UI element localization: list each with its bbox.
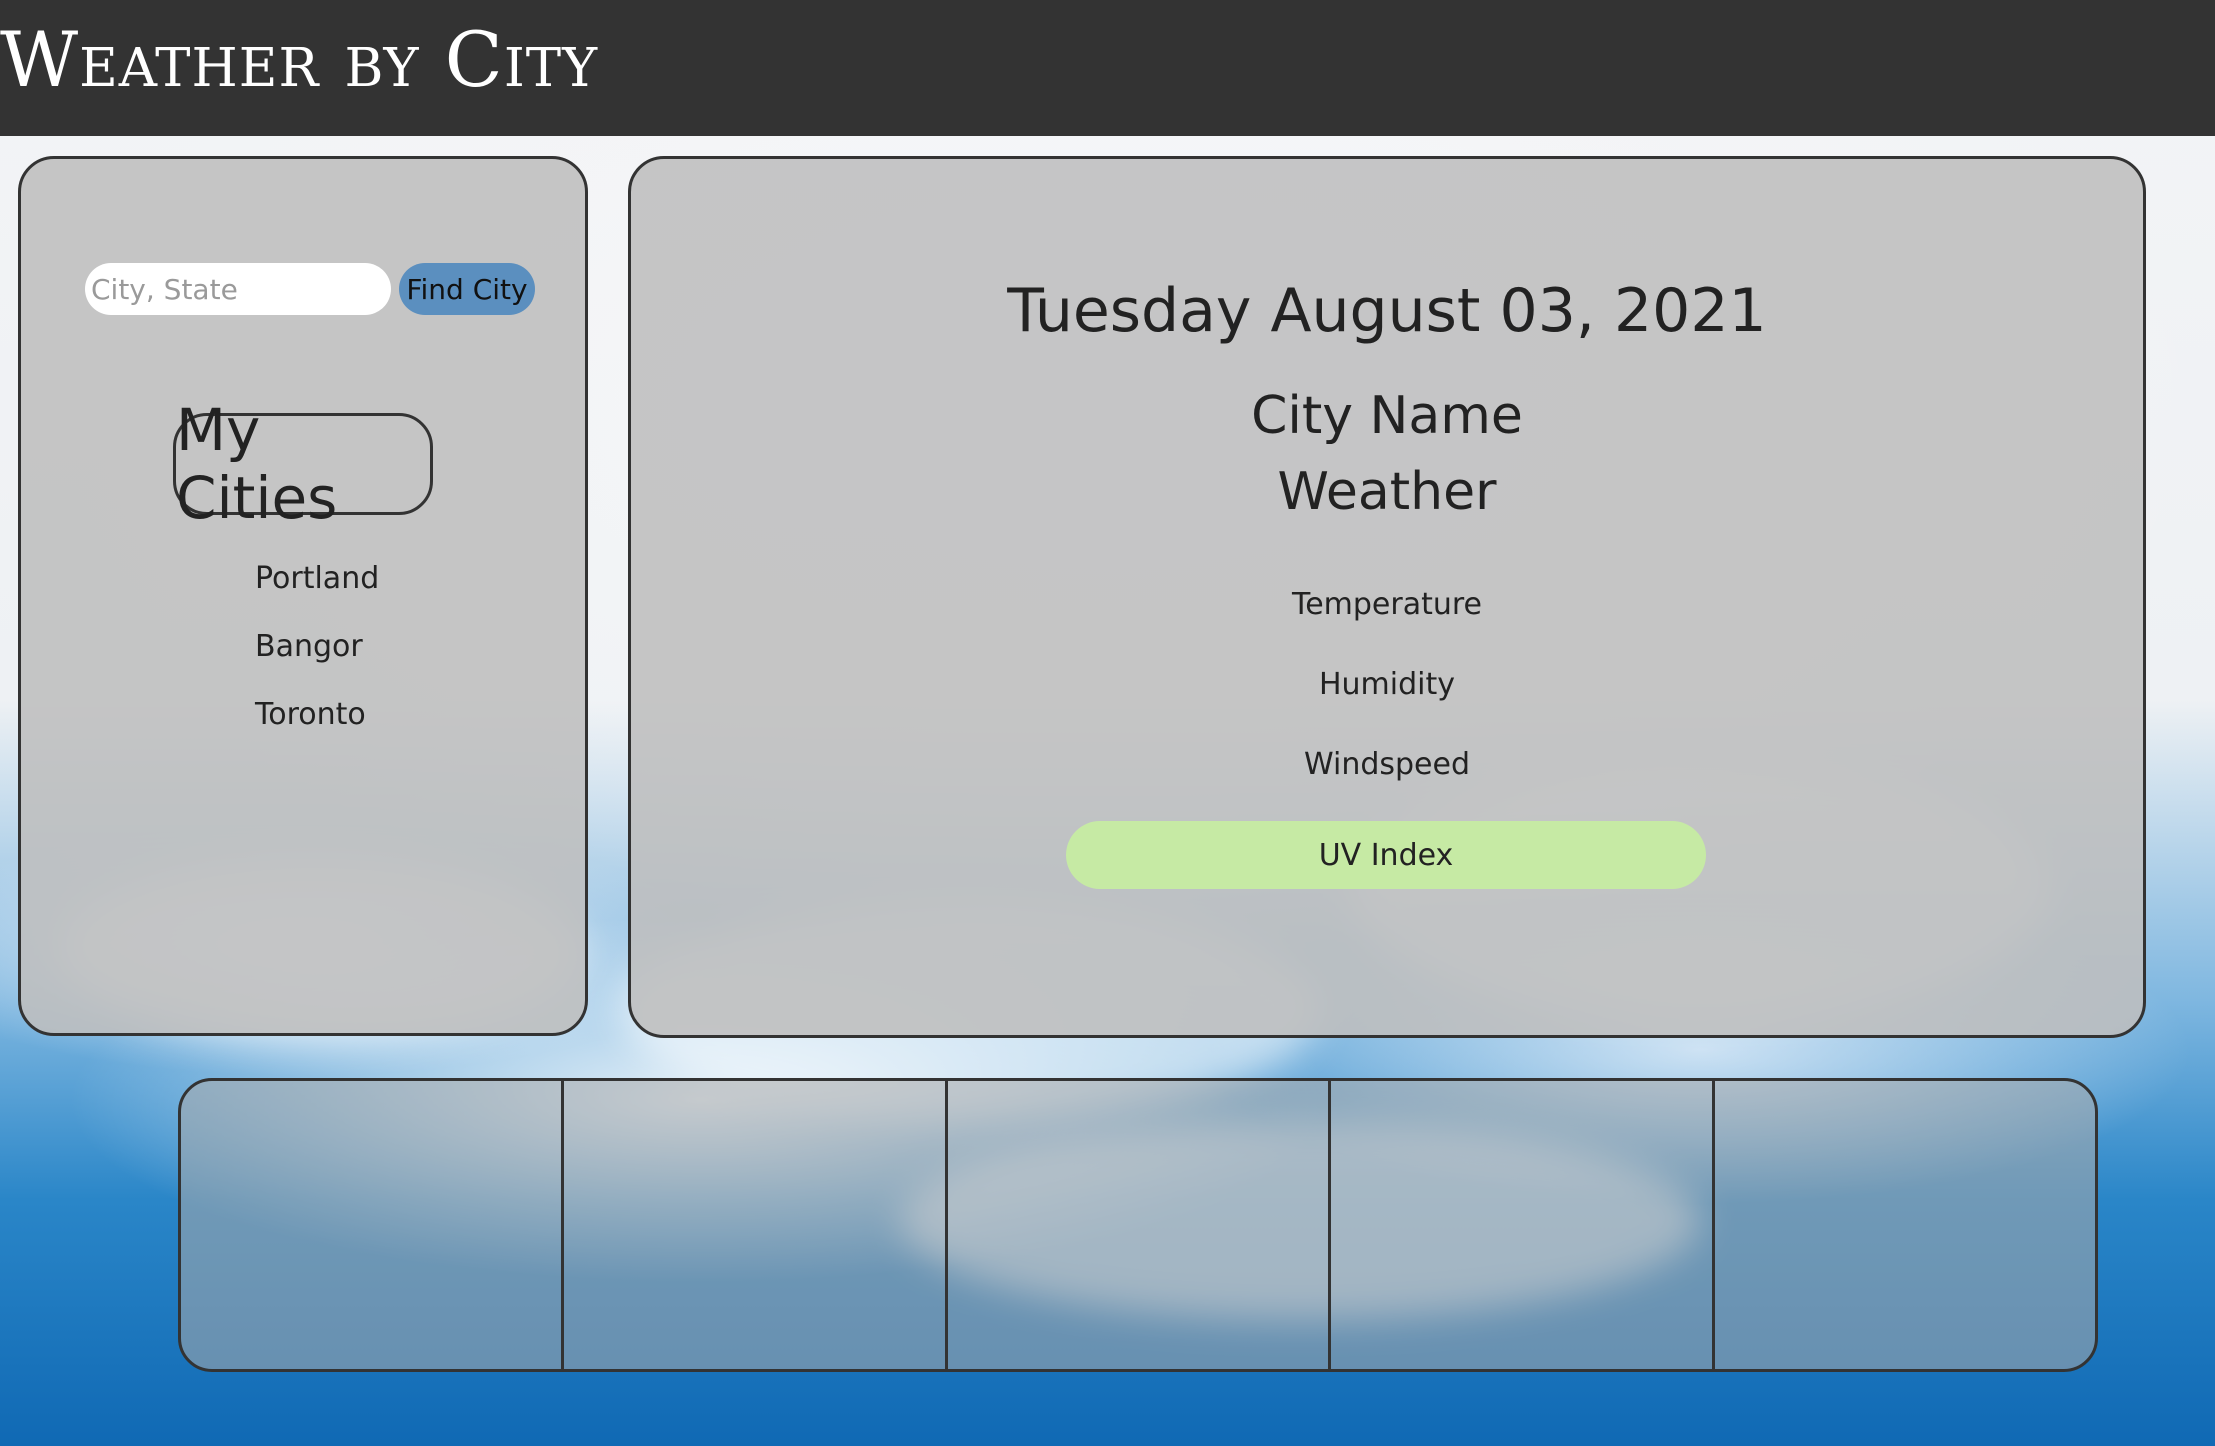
sidebar-panel: Find City My Cities Portland Bangor Toro…	[18, 156, 588, 1036]
find-city-button[interactable]: Find City	[399, 263, 535, 315]
humidity-label: Humidity	[1318, 667, 1456, 702]
forecast-day-card	[1331, 1081, 1715, 1369]
weather-description: Weather	[1277, 462, 1497, 522]
search-row: Find City	[85, 263, 535, 315]
uv-index-badge: UV Index	[1066, 821, 1706, 889]
my-cities-heading: My Cities	[173, 396, 433, 532]
forecast-day-card	[1715, 1081, 2095, 1369]
temperature-label: Temperature	[1291, 587, 1483, 622]
current-weather-panel: Tuesday August 03, 2021 City Name Weathe…	[628, 156, 2146, 1038]
city-name: City Name	[1251, 386, 1523, 446]
app-title: Weather by City	[0, 15, 599, 104]
saved-city-item[interactable]: Toronto	[255, 681, 379, 749]
current-date: Tuesday August 03, 2021	[1007, 276, 1767, 346]
saved-cities-list: Portland Bangor Toronto	[255, 545, 379, 749]
forecast-day-card	[564, 1081, 948, 1369]
forecast-day-card	[948, 1081, 1332, 1369]
windspeed-label: Windspeed	[1303, 747, 1471, 782]
saved-city-item[interactable]: Bangor	[255, 613, 379, 681]
saved-city-item[interactable]: Portland	[255, 545, 379, 613]
forecast-strip	[178, 1078, 2098, 1372]
city-search-input[interactable]	[85, 263, 391, 315]
app-header: Weather by City	[0, 0, 2215, 136]
forecast-day-card	[181, 1081, 565, 1369]
